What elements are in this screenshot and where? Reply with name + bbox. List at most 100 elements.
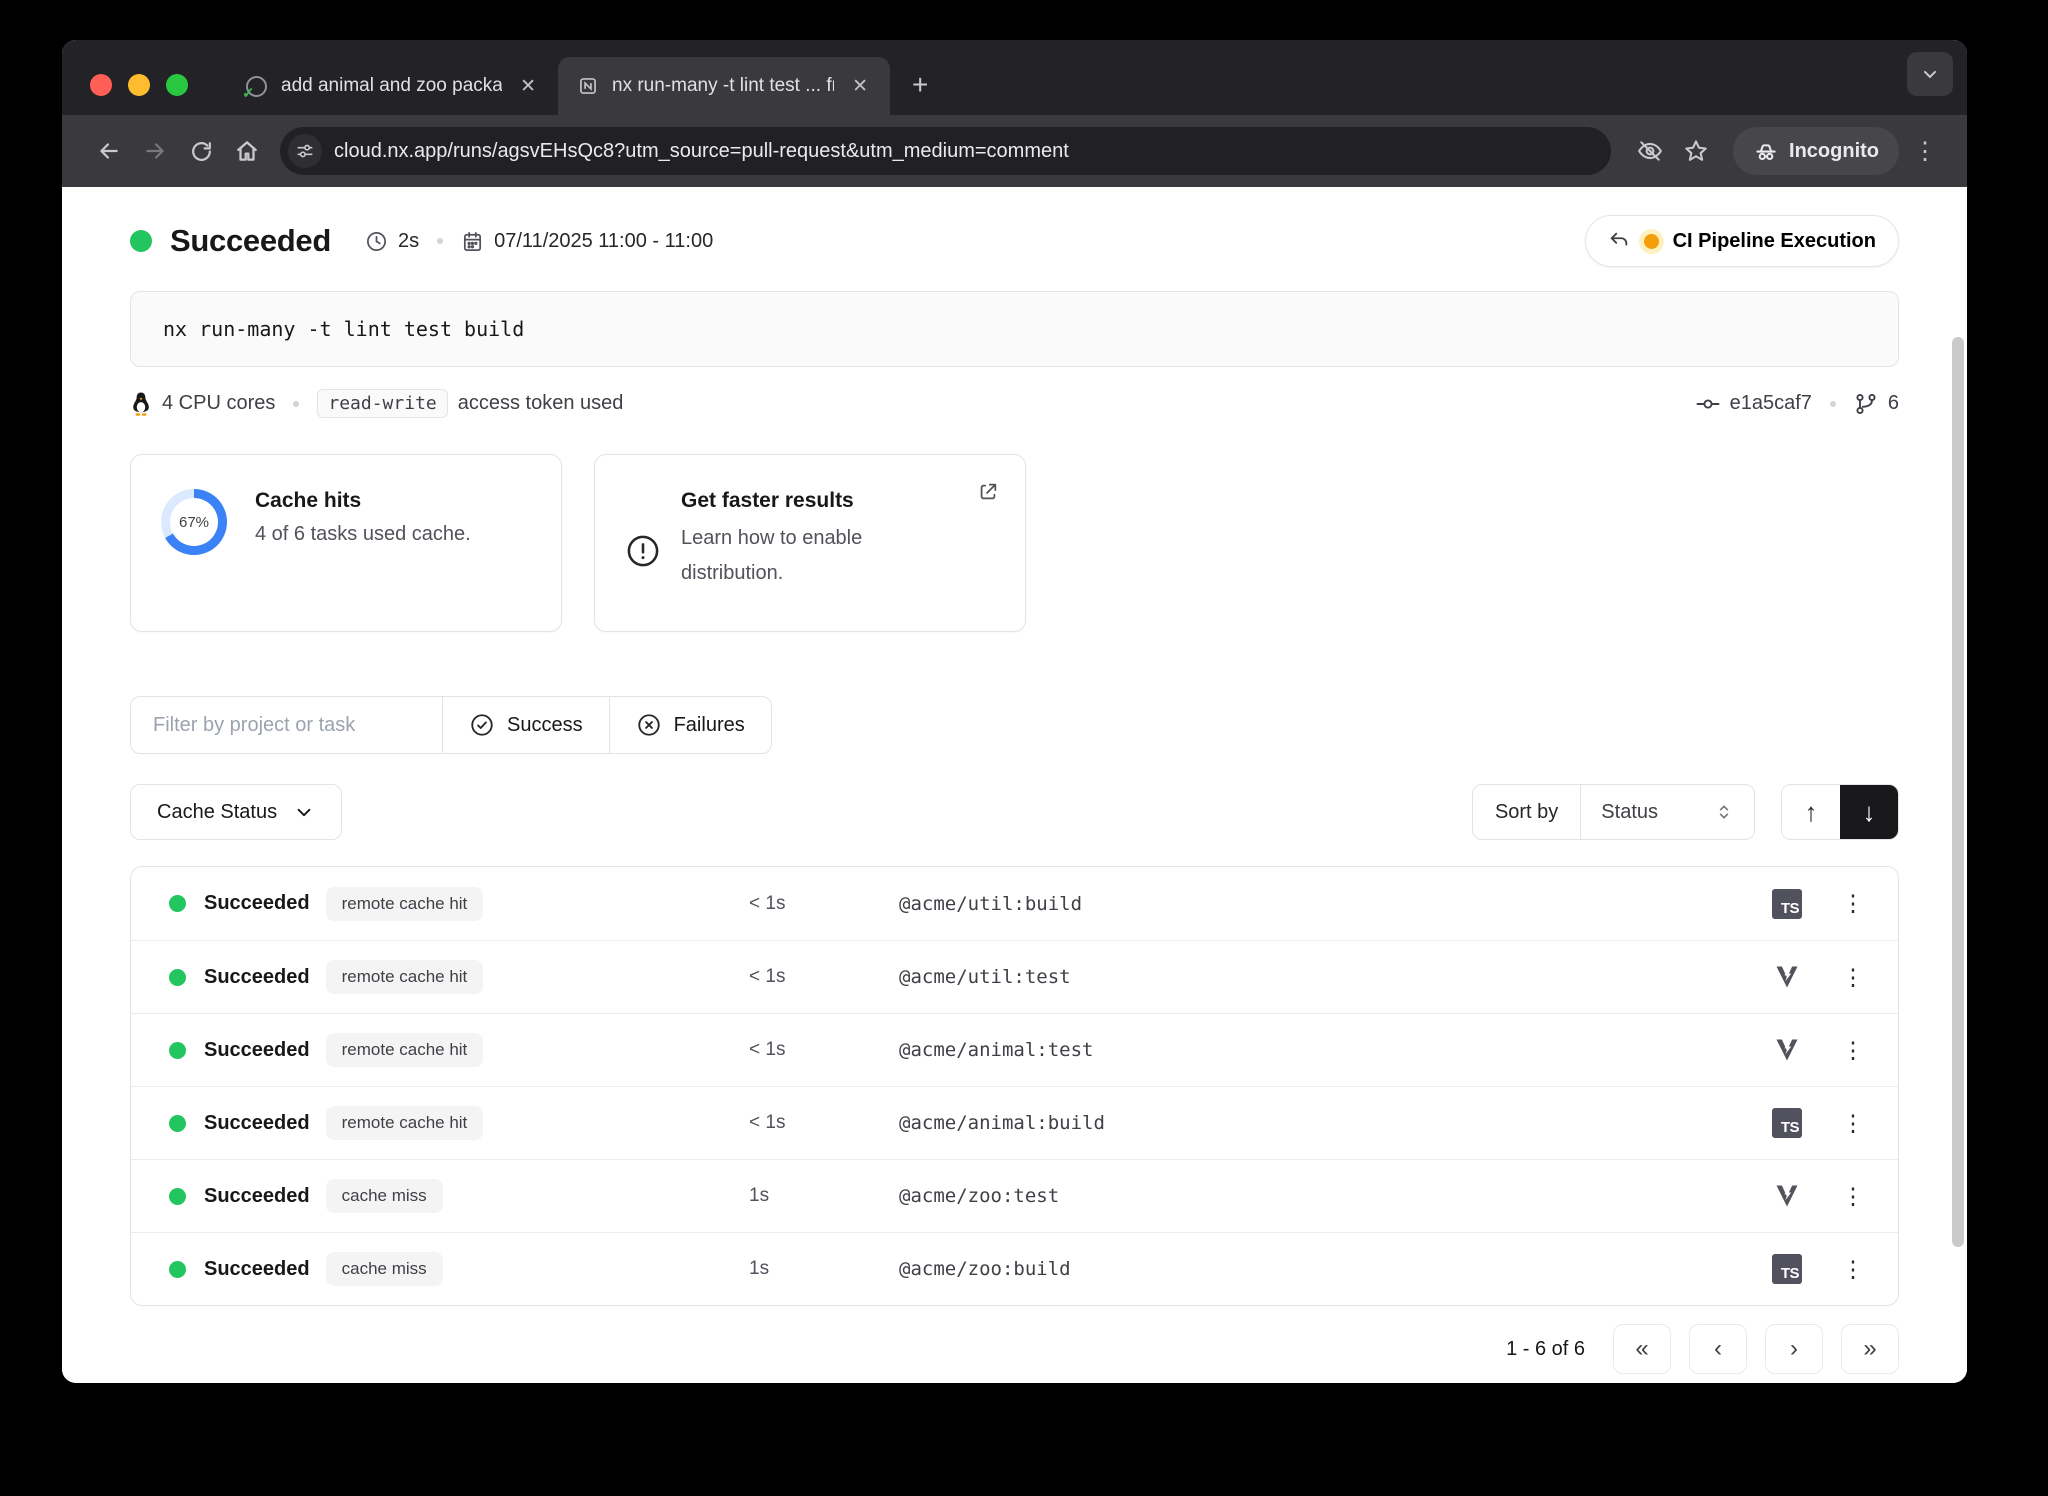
row-status-dot: [169, 968, 186, 986]
bookmark-star-icon[interactable]: [1673, 128, 1719, 174]
pagination: 1 - 6 of 6 « ‹ › »: [130, 1324, 1899, 1374]
branch-count[interactable]: 6: [1888, 392, 1899, 415]
row-status-label: Succeeded: [204, 892, 310, 914]
access-token-text: access token used: [457, 392, 624, 414]
cache-status-chip: remote cache hit: [325, 1033, 484, 1067]
browser-window: ✓ add animal and zoo packages ✕ nx run-m…: [62, 40, 1967, 1383]
next-page-button[interactable]: ›: [1765, 1324, 1823, 1374]
row-status-dot: [169, 895, 186, 912]
incognito-badge: Incognito: [1733, 127, 1899, 175]
row-status-label: Succeeded: [204, 1038, 310, 1061]
clock-icon: [367, 231, 386, 251]
cache-percent: 67%: [178, 513, 210, 531]
row-menu-button[interactable]: ⋮: [1838, 964, 1868, 991]
tab-github-pr[interactable]: ✓ add animal and zoo packages ✕: [226, 57, 558, 115]
tab-close-icon[interactable]: ✕: [848, 73, 872, 100]
separator-dot: [293, 400, 300, 407]
distribution-card-body: Learn how to enable distribution.: [681, 527, 863, 584]
site-settings-icon[interactable]: [288, 134, 322, 168]
home-button[interactable]: [224, 128, 270, 174]
task-table: Succeeded remote cache hit < 1s @acme/ut…: [130, 866, 1899, 1306]
vitest-icon: [1773, 1036, 1801, 1064]
table-row[interactable]: Succeeded remote cache hit < 1s @acme/ut…: [131, 940, 1898, 1013]
row-duration: < 1s: [749, 966, 786, 987]
tabs: ✓ add animal and zoo packages ✕ nx run-m…: [226, 40, 928, 115]
page-content: Succeeded 2s 07/11/2025 11:00 - 11:00 CI…: [62, 187, 1967, 1383]
tab-nx-run[interactable]: nx run-many -t lint test ... fro ✕: [558, 57, 890, 115]
row-status-dot: [169, 1041, 186, 1059]
filter-success-toggle[interactable]: Success: [442, 696, 609, 754]
minimize-window-button[interactable]: [128, 74, 150, 96]
cache-status-chip: remote cache hit: [325, 1106, 484, 1140]
check-circle-icon: [471, 714, 493, 736]
table-row[interactable]: Succeeded remote cache hit < 1s @acme/an…: [131, 1013, 1898, 1086]
prev-page-button[interactable]: ‹: [1689, 1324, 1747, 1374]
filter-failures-toggle[interactable]: Failures: [608, 696, 772, 754]
vitest-icon: [1773, 963, 1801, 991]
back-button[interactable]: [86, 128, 132, 174]
commit-icon: [1696, 398, 1720, 409]
table-row[interactable]: Succeeded remote cache hit < 1s @acme/an…: [131, 1086, 1898, 1159]
ci-pipeline-execution-button[interactable]: CI Pipeline Execution: [1584, 215, 1899, 267]
pipeline-status-dot: [1643, 233, 1659, 249]
table-row[interactable]: Succeeded cache miss 1s @acme/zoo:build …: [131, 1232, 1898, 1305]
x-circle-icon: [637, 714, 660, 736]
row-menu-button[interactable]: ⋮: [1838, 1110, 1868, 1137]
last-page-button[interactable]: »: [1841, 1324, 1899, 1374]
sort-by-label: Sort by: [1473, 785, 1582, 839]
list-controls: Cache Status Sort by Status ↑ ↓: [130, 784, 1899, 840]
pipeline-label: CI Pipeline Execution: [1672, 229, 1876, 252]
run-meta-row: 4 CPU cores read-write access token used…: [130, 389, 1899, 418]
row-menu-button[interactable]: ⋮: [1838, 1037, 1868, 1064]
alert-circle-icon: [627, 535, 659, 567]
row-task-name: @acme/zoo:build: [899, 1258, 1071, 1280]
forward-button[interactable]: [132, 128, 178, 174]
cache-status-chip: cache miss: [325, 1179, 443, 1213]
row-menu-button[interactable]: ⋮: [1838, 1183, 1868, 1210]
row-status-label: Succeeded: [204, 1111, 310, 1134]
tab-close-icon[interactable]: ✕: [516, 73, 540, 100]
row-status-dot: [169, 1187, 186, 1205]
table-row[interactable]: Succeeded cache miss 1s @acme/zoo:test ⋮: [131, 1159, 1898, 1232]
url-text: cloud.nx.app/runs/agsvEHsQc8?utm_source=…: [334, 139, 1069, 162]
cache-status-chip: remote cache hit: [325, 960, 484, 994]
run-status-dot: [130, 230, 152, 252]
first-page-button[interactable]: «: [1613, 1324, 1671, 1374]
row-duration: 1s: [749, 1185, 770, 1206]
separator-dot: [437, 238, 444, 244]
row-duration: 1s: [749, 1258, 770, 1279]
typescript-icon: TS: [1772, 888, 1802, 919]
sort-descending-button[interactable]: ↓: [1840, 785, 1898, 839]
run-status-title: Succeeded: [170, 223, 331, 258]
git-branch-icon: [1856, 393, 1876, 414]
row-menu-button[interactable]: ⋮: [1838, 890, 1868, 917]
linux-penguin-icon: [133, 392, 149, 416]
commit-hash[interactable]: e1a5caf7: [1730, 392, 1812, 415]
close-window-button[interactable]: [90, 74, 112, 96]
maximize-window-button[interactable]: [166, 74, 188, 96]
typescript-icon: TS: [1772, 1108, 1802, 1138]
distribution-card[interactable]: Get faster results Learn how to enable d…: [594, 454, 1026, 632]
row-task-name: @acme/animal:test: [899, 1039, 1094, 1061]
eye-off-icon[interactable]: [1627, 128, 1673, 174]
cache-status-chip: remote cache hit: [325, 886, 484, 921]
cache-status-dropdown[interactable]: Cache Status: [130, 784, 343, 840]
filter-success-label: Success: [507, 713, 583, 736]
page-scrollbar[interactable]: [1952, 195, 1964, 1375]
cache-card-title: Cache hits: [255, 489, 362, 512]
row-duration: < 1s: [749, 1112, 786, 1133]
tab-search-button[interactable]: [1907, 52, 1953, 96]
reload-button[interactable]: [178, 128, 224, 174]
new-tab-button[interactable]: +: [912, 69, 928, 101]
filter-input[interactable]: [130, 696, 442, 754]
row-menu-button[interactable]: ⋮: [1838, 1256, 1868, 1283]
sort-ascending-button[interactable]: ↑: [1782, 785, 1840, 839]
pagination-label: 1 - 6 of 6: [1506, 1337, 1585, 1360]
scrollbar-thumb[interactable]: [1952, 337, 1964, 1247]
browser-menu-button[interactable]: ⋮: [1907, 137, 1943, 166]
table-row[interactable]: Succeeded remote cache hit < 1s @acme/ut…: [131, 867, 1898, 940]
sort-select[interactable]: Status: [1581, 785, 1754, 839]
tab-strip: ✓ add animal and zoo packages ✕ nx run-m…: [62, 40, 1967, 115]
run-header: Succeeded 2s 07/11/2025 11:00 - 11:00 CI…: [130, 215, 1899, 267]
address-bar[interactable]: cloud.nx.app/runs/agsvEHsQc8?utm_source=…: [280, 127, 1612, 175]
